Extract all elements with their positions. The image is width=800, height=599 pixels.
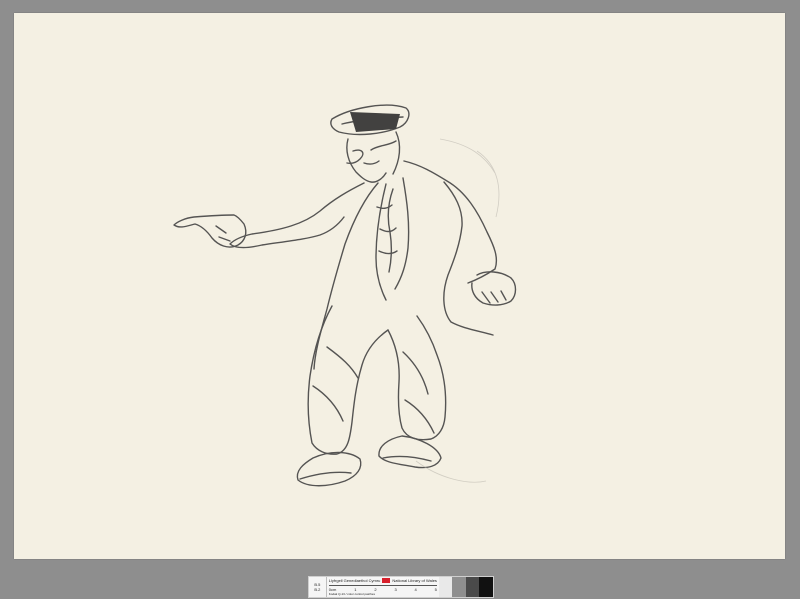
- coat-right-shoulder: [403, 160, 498, 284]
- coat-front-right: [394, 177, 410, 290]
- pencil-sketch-man-with-pistol: [173, 104, 517, 487]
- gray-patch-black: [479, 577, 493, 597]
- scanned-artwork-page: B.5 B.2 Llyfrgell Genedlaethol Cymru Nat…: [0, 0, 800, 599]
- institution-label-row: Llyfrgell Genedlaethol Cymru National Li…: [329, 578, 437, 583]
- institution-name-english: National Library of Wales: [392, 578, 437, 583]
- faint-arm-trace: [476, 150, 500, 218]
- gray-patch-mid: [452, 577, 466, 597]
- ruler-bottom-label: B.2: [314, 587, 321, 592]
- face-profile: [346, 138, 387, 183]
- coat-left-edge: [313, 182, 379, 370]
- coat-left-arm: [229, 182, 365, 249]
- right-hand-fingers: [481, 290, 507, 304]
- trouser-folds: [312, 346, 435, 434]
- scale-tick-0: 0cm: [328, 587, 337, 592]
- shoe-soles: [299, 455, 432, 480]
- right-hand: [471, 271, 517, 306]
- scale-tick-5: 5: [434, 587, 437, 592]
- gray-scale-patches: [438, 577, 493, 597]
- centimeter-scale: 0cm 1 2 3 4 5: [328, 585, 437, 592]
- small-reference-ruler: B.5 B.2: [309, 577, 327, 597]
- drawing-paper-sheet: [14, 13, 785, 559]
- institution-label-block: Llyfrgell Genedlaethol Cymru National Li…: [327, 577, 439, 597]
- eye-brow: [370, 140, 397, 151]
- archive-color-target-strip: B.5 B.2 Llyfrgell Genedlaethol Cymru Nat…: [308, 576, 494, 598]
- coat-right-side: [443, 181, 494, 336]
- pistol-hand: [173, 214, 247, 248]
- library-logo-icon: [382, 578, 391, 583]
- faint-shoulder-trace: [439, 138, 496, 174]
- cap-shading: [350, 112, 400, 132]
- scale-tick-3: 3: [394, 587, 397, 592]
- right-leg: [387, 315, 447, 441]
- scale-tick-1: 1: [354, 587, 357, 592]
- faint-ground-trace: [415, 460, 487, 483]
- scale-tick-2: 2: [374, 587, 377, 592]
- coat-front-left: [375, 183, 387, 301]
- institution-name-welsh: Llyfrgell Genedlaethol Cymru: [328, 578, 381, 583]
- left-leg: [307, 305, 389, 455]
- target-fine-print: Kodak Q-13 / color control patches: [328, 593, 375, 596]
- back-head: [392, 131, 401, 175]
- gray-patch-light: [438, 577, 453, 597]
- left-shoe: [296, 451, 362, 487]
- hand-fingers: [215, 225, 231, 242]
- gray-patch-dark: [465, 577, 480, 597]
- mustache: [363, 160, 380, 165]
- scale-tick-4: 4: [414, 587, 417, 592]
- right-shoe: [378, 435, 442, 469]
